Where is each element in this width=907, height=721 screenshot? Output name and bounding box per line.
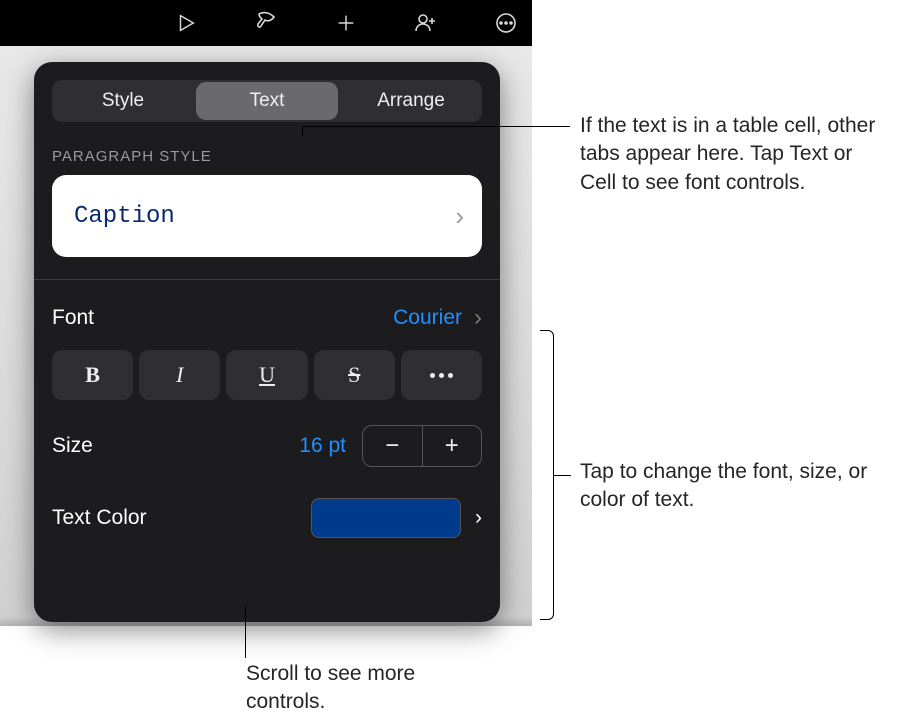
app-toolbar [0,0,532,46]
italic-button[interactable]: I [139,350,220,400]
tab-style[interactable]: Style [52,80,194,122]
text-color-label: Text Color [52,506,147,530]
size-value: 16 pt [299,434,346,458]
more-icon[interactable] [490,7,522,39]
more-text-options-button[interactable] [401,350,482,400]
play-icon[interactable] [170,7,202,39]
typeface-style-bar: B I U S [52,350,482,400]
paragraph-style-value: Caption [74,203,175,230]
paragraph-style-row[interactable]: Caption › [52,175,482,257]
size-decrease-button[interactable]: − [363,426,423,466]
add-people-icon[interactable] [410,7,442,39]
callout-bracket [540,330,554,620]
text-color-swatch[interactable] [311,498,461,538]
callout-scroll: Scroll to see more controls. [246,660,446,717]
size-stepper: − + [362,425,482,467]
strikethrough-button[interactable]: S [314,350,395,400]
size-increase-button[interactable]: + [423,426,482,466]
chevron-right-icon: › [455,201,464,232]
font-value: Courier [393,306,462,330]
format-brush-icon[interactable] [250,7,282,39]
divider [34,279,500,280]
format-tabs: Style Text Arrange [52,80,482,122]
tab-arrange[interactable]: Arrange [340,80,482,122]
callout-tabs: If the text is in a table cell, other ta… [580,112,880,197]
popover-caret [266,62,288,64]
plus-icon[interactable] [330,7,362,39]
font-label: Font [52,306,94,330]
callout-body: Tap to change the font, size, or color o… [580,458,890,515]
paragraph-style-heading: PARAGRAPH STYLE [52,148,482,165]
tab-text[interactable]: Text [196,82,338,120]
bold-button[interactable]: B [52,350,133,400]
callout-tick [302,126,303,136]
text-color-row[interactable]: Text Color › [52,492,482,544]
chevron-right-icon: › [475,506,482,530]
size-label: Size [52,434,93,458]
size-row: Size 16 pt − + [52,420,482,472]
callout-tick [245,606,246,658]
underline-button[interactable]: U [226,350,307,400]
format-popover: Style Text Arrange PARAGRAPH STYLE Capti… [34,62,500,622]
chevron-right-icon: › [474,304,482,332]
callout-lead [302,126,570,127]
font-row[interactable]: Font Courier › [52,292,482,344]
